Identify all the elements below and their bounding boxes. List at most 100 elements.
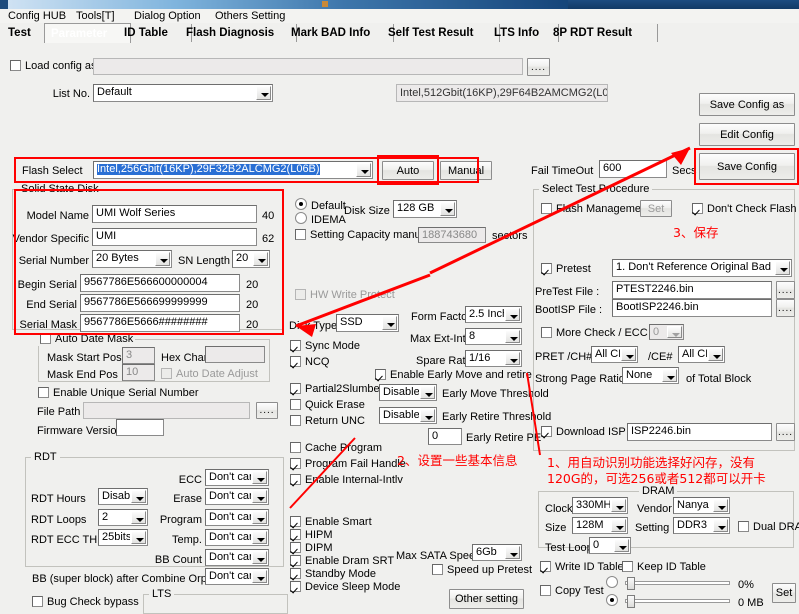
form-factor-combo[interactable]: 2.5 Inch [465, 306, 522, 323]
load-config-as-input[interactable] [93, 58, 523, 75]
chevron-down-icon[interactable] [252, 531, 267, 544]
chevron-down-icon[interactable] [382, 316, 397, 330]
load-config-as-checkbox[interactable]: Load config as [10, 60, 97, 73]
rdt-program-combo[interactable]: Don't care [205, 509, 269, 526]
save-config-as-button[interactable]: Save Config as [699, 93, 795, 116]
hipm-checkbox[interactable]: HIPM [290, 529, 333, 542]
more-check-ecc-bits-combo[interactable]: 0 [649, 324, 684, 340]
program-fail-handle-checkbox[interactable]: Program Fail Handle [290, 458, 406, 471]
copy-test-percent-radio[interactable] [606, 576, 622, 590]
chevron-down-icon[interactable] [667, 326, 682, 338]
chevron-down-icon[interactable] [420, 409, 435, 422]
bootisp-file-input[interactable]: BootISP2246.bin [612, 299, 772, 317]
chevron-down-icon[interactable] [256, 86, 271, 100]
disk-type-combo[interactable]: SSD [336, 314, 399, 332]
chevron-down-icon[interactable] [252, 490, 267, 503]
list-no-combo[interactable]: Default [93, 84, 273, 102]
flash-management-set-button[interactable]: Set [640, 200, 672, 217]
vendor-specific-input[interactable]: UMI [92, 228, 257, 246]
copy-test-mb-slider[interactable] [625, 595, 730, 608]
partial2slumber-checkbox[interactable]: Partial2Slumber [290, 383, 383, 396]
dont-check-flash-id-checkbox[interactable]: Don't Check Flash ID [692, 203, 799, 216]
chevron-down-icon[interactable] [505, 352, 520, 365]
edit-config-button[interactable]: Edit Config [699, 123, 795, 146]
chevron-down-icon[interactable] [253, 252, 268, 266]
copy-test-percent-slider[interactable] [625, 577, 730, 590]
chevron-down-icon[interactable] [611, 519, 626, 532]
manual-button[interactable]: Manual [440, 161, 492, 180]
chevron-down-icon[interactable] [155, 252, 170, 266]
test-loop-combo[interactable]: 0 [589, 537, 631, 554]
ce-combo[interactable]: All CE [678, 346, 725, 363]
early-retire-pe-input[interactable]: 0 [428, 428, 462, 445]
other-setting-button[interactable]: Other setting [449, 589, 524, 609]
dram-clock-combo[interactable]: 330MHZ [572, 497, 628, 514]
chevron-down-icon[interactable] [505, 546, 520, 559]
chevron-down-icon[interactable] [440, 202, 455, 216]
slider-thumb[interactable] [627, 577, 635, 590]
menu-config-hub[interactable]: Config HUB [4, 10, 70, 22]
chevron-down-icon[interactable] [505, 330, 520, 343]
device-sleep-mode-checkbox[interactable]: Device Sleep Mode [290, 581, 400, 594]
strong-page-ratio-combo[interactable]: None [622, 367, 679, 384]
load-config-browse-button[interactable]: .... [527, 58, 550, 76]
max-ext-intlv-combo[interactable]: 8 [465, 328, 522, 345]
rdt-ecc-combo[interactable]: Don't care [205, 469, 269, 486]
menu-dialog-option[interactable]: Dialog Option [130, 10, 205, 22]
capacity-idema-radio[interactable]: IDEMA [295, 212, 346, 226]
disk-size-combo[interactable]: 128 GB [393, 200, 457, 218]
hw-write-protect-checkbox[interactable]: HW Write Protect [295, 289, 395, 302]
early-retire-threshold-combo[interactable]: Disable [379, 407, 437, 424]
file-path-browse-button[interactable]: .... [256, 402, 278, 419]
sync-mode-checkbox[interactable]: Sync Mode [290, 340, 360, 353]
fail-timeout-input[interactable]: 600 [599, 160, 667, 178]
chevron-down-icon[interactable] [662, 369, 677, 382]
download-isp-input[interactable]: ISP2246.bin [627, 423, 772, 441]
tab-flash-diagnosis[interactable]: Flash Diagnosis [180, 24, 297, 42]
chevron-down-icon[interactable] [713, 499, 728, 512]
chevron-down-icon[interactable] [614, 539, 629, 552]
enable-early-move-retire-checkbox[interactable]: Enable Early Move and retire [375, 369, 532, 382]
spare-ratio-combo[interactable]: 1/16 [465, 350, 522, 367]
mask-start-pos-input[interactable]: 3 [122, 347, 155, 364]
chevron-down-icon[interactable] [252, 551, 267, 564]
bug-check-bypass-checkbox[interactable]: Bug Check bypass [32, 596, 139, 609]
save-config-button[interactable]: Save Config [699, 153, 795, 180]
copy-test-checkbox[interactable]: Copy Test [540, 585, 604, 598]
return-unc-checkbox[interactable]: Return UNC [290, 415, 365, 428]
pret-ch-combo[interactable]: All CH [591, 346, 638, 363]
early-move-threshold-combo[interactable]: Disable [379, 384, 437, 401]
setting-capacity-input[interactable]: 188743680 [418, 227, 486, 243]
pretest-option-combo[interactable]: 1. Don't Reference Original Bad [612, 259, 792, 277]
chevron-down-icon[interactable] [505, 308, 520, 321]
begin-serial-input[interactable]: 9567786E566600000004 [80, 274, 240, 292]
chevron-down-icon[interactable] [420, 386, 435, 399]
tab-mark-bad-info[interactable]: Mark BAD Info [285, 24, 394, 42]
pretest-file-browse-button[interactable]: .... [776, 281, 795, 299]
enable-smart-checkbox[interactable]: Enable Smart [290, 516, 372, 529]
dram-setting-combo[interactable]: DDR3 [673, 517, 730, 534]
chevron-down-icon[interactable] [252, 511, 267, 524]
pretest-checkbox[interactable]: Pretest [541, 263, 591, 276]
capacity-default-radio[interactable]: Default [295, 198, 346, 212]
dram-size-combo[interactable]: 128M [572, 517, 628, 534]
rdt-temp-combo[interactable]: Don't care [205, 529, 269, 546]
chevron-down-icon[interactable] [621, 348, 636, 361]
model-name-input[interactable]: UMI Wolf Series [92, 205, 257, 223]
pretest-file-input[interactable]: PTEST2246.bin [612, 281, 772, 299]
slider-thumb[interactable] [627, 595, 635, 608]
chevron-down-icon[interactable] [611, 499, 626, 512]
chevron-down-icon[interactable] [252, 570, 267, 583]
tab-self-test-result[interactable]: Self Test Result [382, 24, 500, 42]
tab-8p-rdt-result[interactable]: 8P RDT Result [547, 24, 658, 42]
chevron-down-icon[interactable] [713, 519, 728, 532]
end-serial-input[interactable]: 9567786E566699999999 [80, 294, 240, 312]
auto-date-mask-checkbox[interactable]: Auto Date Mask [38, 333, 136, 346]
menu-tools[interactable]: Tools[T] [72, 10, 119, 22]
enable-internal-intlv-checkbox[interactable]: Enable Internal-Intlv [290, 474, 403, 487]
speed-up-pretest-checkbox[interactable]: Speed up Pretest [432, 564, 532, 577]
rdt-bb-count-combo[interactable]: Don't care [205, 549, 269, 566]
download-isp-browse-button[interactable]: .... [776, 423, 795, 441]
download-isp-checkbox[interactable]: Download ISP [541, 426, 626, 439]
write-id-table-checkbox[interactable]: Write ID Table [540, 561, 624, 574]
